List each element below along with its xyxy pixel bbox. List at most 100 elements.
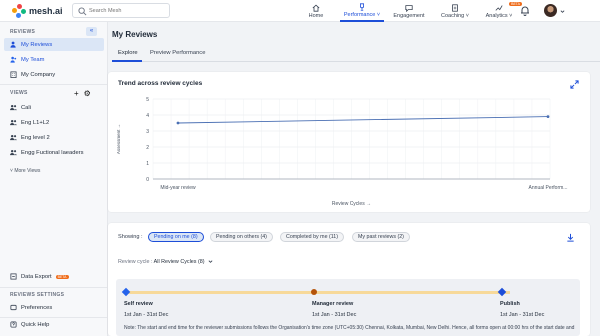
timeline-dot-manager [311, 289, 317, 295]
nav-engagement[interactable]: Engagement [392, 0, 426, 22]
filter-chip-my-past-reviews[interactable]: My past reviews (2) [352, 232, 410, 242]
help-icon [10, 321, 17, 328]
nav-home-label: Home [308, 12, 324, 19]
chat-icon [405, 4, 413, 12]
reviews-section-title: REVIEWS [10, 29, 36, 35]
logo[interactable]: mesh.ai [12, 4, 63, 18]
gear-icon[interactable]: ⚙ [84, 89, 91, 98]
y-tick-label: 1 [146, 161, 149, 167]
search-icon [78, 7, 87, 16]
tab-explore[interactable]: Explore [118, 50, 138, 56]
views-actions: + ⚙ [74, 89, 91, 98]
y-axis-label: Assessment → [116, 124, 121, 154]
trend-chart: 0 1 2 3 4 5 Mid-year review Annual Perform... Re… [116, 97, 568, 207]
chevron-down-icon: ˅ [10, 168, 13, 174]
review-cycle-value: All Review Cycles (8) [153, 259, 205, 265]
chevron-down-icon: ˅ [509, 12, 513, 19]
review-cycle-select[interactable]: Review cycle : All Review Cycles (8) [118, 259, 213, 265]
settings-section-title: REVIEWS SETTINGS [10, 292, 65, 298]
nav-coaching-label: Coaching ˅ [441, 12, 469, 19]
timeline-step-name: Self review [124, 301, 153, 307]
sidebar-item-preferences[interactable]: Preferences [4, 301, 104, 314]
preferences-icon [10, 304, 17, 311]
sidebar-item-label: My Reviews [21, 41, 53, 48]
timeline-dot-self [121, 287, 131, 297]
views-section-title: VIEWS [10, 90, 28, 96]
collapse-sidebar-button[interactable]: « [86, 27, 97, 36]
nav-analytics[interactable]: Analytics ˅ BETA [484, 0, 522, 22]
sidebar-item-label: Cali [21, 104, 31, 111]
series-line [177, 116, 549, 124]
chevron-down-icon [208, 260, 213, 264]
search-box[interactable] [72, 3, 170, 18]
export-icon [10, 273, 17, 280]
nav-home[interactable]: Home [305, 0, 327, 22]
x-tick-label: Annual Perform... [529, 185, 568, 191]
nav-coaching[interactable]: Coaching ˅ [440, 0, 470, 22]
user-check-icon [10, 41, 16, 48]
trend-icon [495, 4, 503, 11]
bell-icon[interactable] [520, 5, 530, 16]
filter-chip-pending-on-others[interactable]: Pending on others (4) [210, 232, 273, 242]
timeline-dot-publish [497, 287, 507, 297]
sidebar-item-my-team[interactable]: My Team [4, 53, 104, 66]
add-view-icon[interactable]: + [74, 89, 79, 98]
sidebar: REVIEWS « My Reviews My Team My Company … [0, 22, 108, 336]
timeline-step-date: 1st Jan - 31st Dec [312, 312, 357, 318]
x-tick-label: Mid-year review [160, 185, 196, 191]
sidebar-item-view[interactable]: Eng L1+L2 [4, 116, 104, 129]
team-icon [10, 56, 17, 63]
filter-chip-completed-by-me[interactable]: Completed by me (11) [280, 232, 345, 242]
mesh-logo-icon [12, 4, 26, 18]
data-point [176, 121, 180, 125]
avatar[interactable] [544, 4, 557, 17]
filter-chip-pending-on-me[interactable]: Pending on me (8) [148, 232, 204, 242]
timeline-step-name: Manager review [312, 301, 354, 307]
top-bar: mesh.ai Home Performance ˅ Engagement Co… [0, 0, 600, 22]
sidebar-item-view[interactable]: Eng level 2 [4, 131, 104, 144]
download-icon[interactable] [566, 233, 575, 242]
trend-chart-card: Trend across review cycles 0 1 2 3 4 5 Mid-yea… [108, 72, 590, 212]
sidebar-item-quick-help[interactable]: Quick Help [4, 318, 104, 331]
tab-preview-performance[interactable]: Preview Performance [150, 50, 205, 56]
sidebar-item-my-company[interactable]: My Company [4, 68, 104, 81]
sidebar-item-label: Engg Fuctional laeaders [21, 149, 84, 156]
nav-engagement-label: Engagement [393, 12, 425, 19]
group-icon [10, 149, 17, 156]
nav-analytics-label: Analytics ˅ [485, 12, 513, 19]
more-views-link[interactable]: ˅ More Views [10, 168, 40, 174]
chevron-down-icon: ˅ [376, 11, 381, 18]
sidebar-item-label: Eng L1+L2 [21, 119, 50, 126]
sidebar-item-label: Data Export [21, 273, 52, 280]
logo-text: mesh.ai [29, 6, 63, 16]
sidebar-item-label: My Company [21, 71, 56, 78]
sidebar-item-label: Eng level 2 [21, 134, 50, 141]
nav-performance-label: Performance ˅ [343, 11, 381, 18]
chevron-down-icon[interactable] [560, 9, 565, 14]
y-tick-label: 5 [146, 97, 149, 103]
trophy-icon [360, 2, 364, 11]
beta-badge: BETA [55, 274, 69, 279]
timeline-bar [126, 291, 510, 294]
sidebar-item-label: Quick Help [21, 321, 50, 328]
divider [0, 84, 107, 85]
review-cycle-label: Review cycle : [118, 259, 153, 265]
divider [0, 287, 107, 288]
chevron-down-icon: ˅ [465, 12, 469, 19]
y-tick-label: 3 [146, 129, 149, 135]
group-icon [10, 134, 17, 141]
group-icon [10, 119, 17, 126]
sidebar-item-view[interactable]: Cali [4, 101, 104, 114]
sidebar-item-view[interactable]: Engg Fuctional laeaders [4, 146, 104, 159]
pending-reviews-card: Showing : Pending on me (8) Pending on o… [108, 223, 590, 336]
timezone-note: Note: The start and end time for the rev… [124, 325, 576, 331]
search-input[interactable] [89, 6, 165, 16]
home-icon [312, 4, 320, 12]
active-tab-indicator [112, 60, 142, 62]
sidebar-item-data-export[interactable]: Data Export BETA [4, 270, 104, 283]
nav-performance[interactable]: Performance ˅ [340, 0, 384, 22]
y-tick-label: 4 [146, 113, 149, 119]
sidebar-item-my-reviews[interactable]: My Reviews [4, 38, 104, 51]
review-timeline: Self review 1st Jan - 31st Dec Manager r… [116, 279, 580, 336]
y-tick-label: 2 [146, 145, 149, 151]
